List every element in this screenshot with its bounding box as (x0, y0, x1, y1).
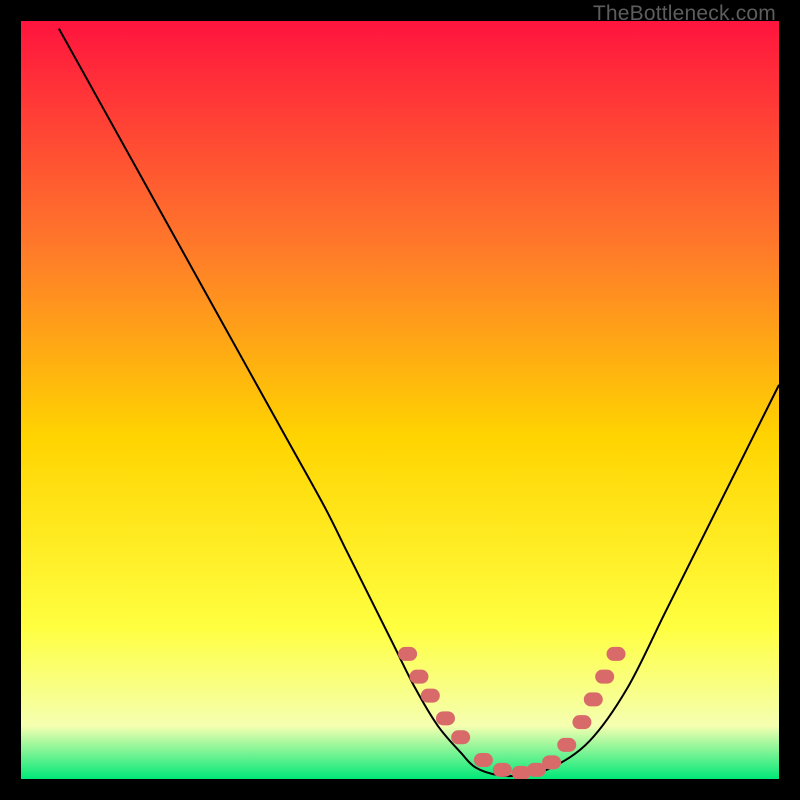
curve-marker (572, 715, 591, 729)
chart-frame (21, 21, 779, 779)
curve-marker (421, 689, 440, 703)
curve-marker (493, 763, 512, 777)
curve-marker (398, 647, 417, 661)
curve-marker (584, 692, 603, 706)
curve-marker (607, 647, 626, 661)
gradient-background (21, 21, 779, 779)
curve-marker (451, 730, 470, 744)
curve-marker (436, 711, 455, 725)
curve-marker (474, 753, 493, 767)
watermark-text: TheBottleneck.com (593, 2, 776, 26)
curve-marker (542, 755, 561, 769)
curve-marker (557, 738, 576, 752)
bottleneck-chart (21, 21, 779, 779)
curve-marker (409, 670, 428, 684)
curve-marker (595, 670, 614, 684)
